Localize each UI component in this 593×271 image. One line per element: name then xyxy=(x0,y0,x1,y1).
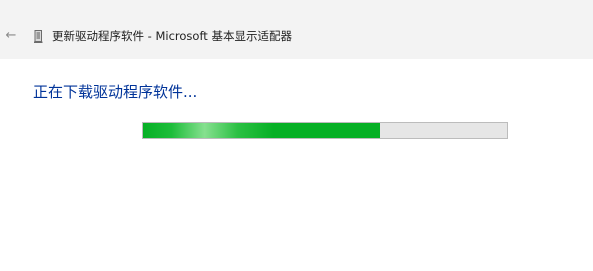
title-bar: ← 更新驱动程序软件 - Microsoft 基本显示适配器 xyxy=(0,0,593,59)
progress-bar-fill xyxy=(143,123,380,138)
back-arrow-icon[interactable]: ← xyxy=(4,29,18,43)
window-title: 更新驱动程序软件 - Microsoft 基本显示适配器 xyxy=(52,29,292,43)
driver-update-dialog: ← 更新驱动程序软件 - Microsoft 基本显示适配器 正在下载驱动程序软… xyxy=(0,0,593,271)
display-device-icon xyxy=(34,30,43,43)
download-status-text: 正在下载驱动程序软件... xyxy=(33,83,198,101)
download-progress-bar xyxy=(142,122,508,139)
